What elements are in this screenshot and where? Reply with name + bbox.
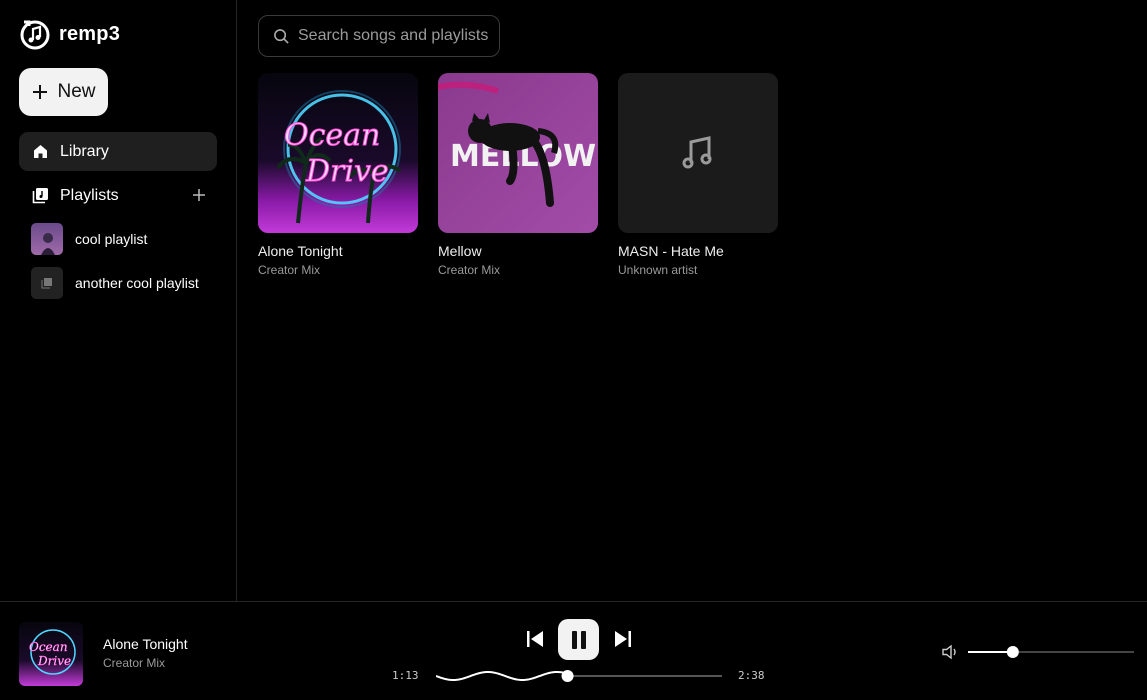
volume-icon[interactable] <box>942 644 960 660</box>
now-playing-artist: Creator Mix <box>103 656 166 670</box>
library-card[interactable]: Ocean Drive Alone Tonight Creator Mix <box>258 73 418 277</box>
library-card[interactable]: MELLOW Mellow Creator Mix <box>438 73 598 277</box>
card-title: Mellow <box>438 243 482 259</box>
playlist-icon <box>32 188 48 204</box>
progress-slider[interactable] <box>436 664 722 688</box>
svg-text:Ocean: Ocean <box>29 640 68 654</box>
plus-icon <box>33 85 48 99</box>
duration-time: 2:38 <box>738 669 765 682</box>
new-button-label: New <box>57 81 96 102</box>
svg-text:Ocean: Ocean <box>284 118 380 153</box>
search-bar[interactable] <box>258 15 500 57</box>
sidebar: remp3 New Library Playlists cool playlis… <box>0 0 237 601</box>
playlist-cover <box>31 267 63 299</box>
add-playlist-icon[interactable] <box>191 187 207 203</box>
playlist-name: cool playlist <box>75 231 148 247</box>
playlist-placeholder-icon <box>41 278 52 289</box>
svg-text:Drive: Drive <box>305 154 389 189</box>
home-icon <box>34 145 47 158</box>
new-button[interactable]: New <box>19 68 108 116</box>
card-title: Alone Tonight <box>258 243 343 259</box>
previous-icon[interactable] <box>525 630 545 648</box>
progress-handle[interactable] <box>561 670 574 682</box>
playlist-name: another cool playlist <box>75 275 199 291</box>
nav-playlists[interactable]: Playlists <box>19 176 217 215</box>
next-icon[interactable] <box>613 630 633 648</box>
card-subtitle: Creator Mix <box>258 263 321 277</box>
app-name: remp3 <box>59 23 121 45</box>
playlist-item[interactable]: another cool playlist <box>31 267 199 299</box>
now-playing-cover[interactable]: Ocean Drive <box>19 622 83 686</box>
card-subtitle: Creator Mix <box>438 263 501 277</box>
svg-text:Drive: Drive <box>37 654 71 668</box>
search-icon <box>274 28 289 44</box>
now-playing-title: Alone Tonight <box>103 636 188 652</box>
player-bar: Ocean Drive Alone Tonight Creator Mix 1:… <box>0 601 1147 700</box>
volume-handle[interactable] <box>1006 646 1019 658</box>
card-title: MASN - Hate Me <box>618 243 724 259</box>
pause-button[interactable] <box>558 619 599 660</box>
playlist-item[interactable]: cool playlist <box>31 223 147 255</box>
elapsed-time: 1:13 <box>392 669 419 682</box>
brand[interactable]: remp3 <box>18 18 120 51</box>
nav-playlists-label: Playlists <box>60 186 119 204</box>
card-subtitle: Unknown artist <box>618 263 698 277</box>
progress-wave <box>436 670 568 682</box>
cover-placeholder <box>618 73 778 233</box>
search-input[interactable] <box>298 27 498 45</box>
pause-icon <box>571 630 586 649</box>
cover-mellow: MELLOW <box>438 73 598 233</box>
volume-slider[interactable] <box>968 645 1134 659</box>
library-card[interactable]: MASN - Hate Me Unknown artist <box>618 73 778 277</box>
cover-ocean-drive: Ocean Drive <box>258 73 418 233</box>
nav-library[interactable]: Library <box>19 132 217 171</box>
music-note-icon <box>682 136 712 169</box>
nav-library-label: Library <box>60 142 109 160</box>
playlist-cover <box>31 223 63 255</box>
app-logo-icon <box>20 20 50 50</box>
